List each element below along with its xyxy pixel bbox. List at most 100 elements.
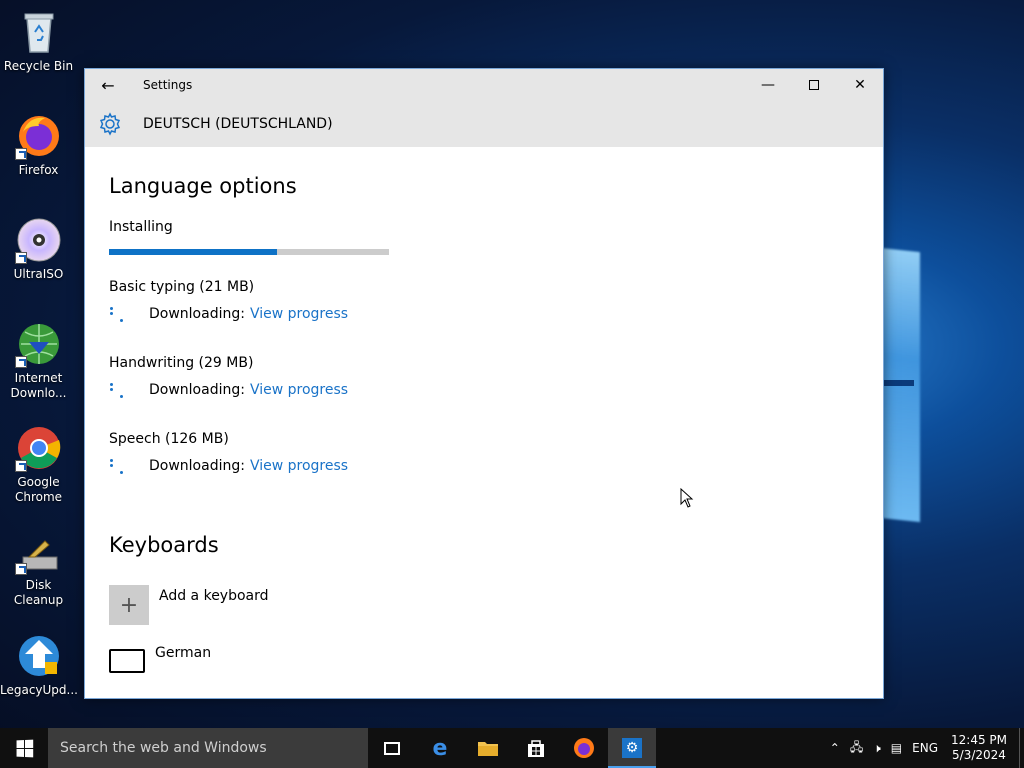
download-status: Downloading: (149, 306, 245, 322)
shortcut-arrow-icon (14, 356, 27, 368)
page-title: DEUTSCH (DEUTSCHLAND) (143, 116, 333, 132)
taskbar-store[interactable] (512, 728, 560, 768)
search-placeholder: Search the web and Windows (60, 740, 267, 756)
shortcut-arrow-icon (14, 252, 27, 264)
language-options-heading: Language options (109, 174, 297, 198)
disc-icon (14, 216, 63, 264)
network-icon: 🖧 (849, 739, 864, 754)
feature-name: Basic typing (21 MB) (109, 279, 255, 295)
keyboards-heading: Keyboards (109, 533, 219, 557)
view-progress-link[interactable]: View progress (250, 382, 348, 398)
title-bar[interactable]: ← Settings — ✕ (85, 69, 883, 101)
add-keyboard-label: Add a keyboard (159, 588, 269, 604)
volume-muted-icon: 🕨 (873, 740, 881, 755)
show-desktop-button[interactable] (1019, 728, 1024, 768)
keyboard-name: German (155, 645, 212, 661)
start-button[interactable] (0, 728, 48, 768)
taskbar-settings[interactable]: ⚙ (608, 728, 656, 768)
clock-time: 12:45 PM (951, 733, 1007, 747)
taskbar: Search the web and Windows e ⚙ ⌃ 🖧 🕨 ▤ E… (0, 728, 1024, 768)
feature-basic-typing: Basic typing (21 MB) Downloading: View p… (109, 279, 859, 323)
feature-name: Handwriting (29 MB) (109, 355, 254, 371)
network-button[interactable]: 🖧 (845, 738, 868, 759)
feature-speech: Speech (126 MB) Downloading: View progre… (109, 431, 859, 475)
gear-icon (85, 112, 135, 136)
close-icon: ✕ (854, 77, 866, 93)
desktop-icon-firefox[interactable]: Firefox (0, 112, 77, 178)
taskbar-edge[interactable]: e (416, 728, 464, 768)
view-progress-link[interactable]: View progress (250, 458, 348, 474)
window-title: Settings (143, 78, 193, 92)
recycle-bin-icon (15, 8, 63, 56)
task-view-icon (384, 741, 400, 755)
shortcut-arrow-icon (14, 148, 27, 160)
edge-icon: e (432, 735, 448, 761)
clock[interactable]: 12:45 PM 5/3/2024 (943, 733, 1019, 763)
tray-overflow-button[interactable]: ⌃ (825, 741, 845, 755)
page-header: DEUTSCH (DEUTSCHLAND) (85, 101, 883, 147)
desktop-icon-label: Recycle Bin (3, 59, 74, 73)
download-status: Downloading: (149, 458, 245, 474)
plus-icon: + (109, 585, 149, 625)
input-language-indicator[interactable]: ENG (907, 741, 943, 755)
install-progress-bar (109, 249, 389, 255)
taskbar-file-explorer[interactable] (464, 728, 512, 768)
notification-icon: ▤ (890, 741, 903, 755)
volume-button[interactable]: 🕨 (868, 741, 886, 756)
settings-content: Language options Installing Basic typing… (85, 174, 883, 673)
firefox-icon (14, 112, 63, 160)
feature-name: Speech (126 MB) (109, 431, 229, 447)
desktop-icon-label: Google Chrome (14, 475, 63, 504)
keyboard-item-german[interactable]: German (109, 645, 859, 673)
chrome-icon (14, 424, 63, 472)
desktop-icon-google-chrome[interactable]: Google Chrome (0, 424, 77, 505)
disk-cleanup-icon (14, 535, 63, 575)
shortcut-arrow-icon (14, 563, 27, 575)
install-progress-fill (109, 249, 277, 255)
minimize-button[interactable]: — (745, 69, 791, 101)
action-center-button[interactable]: ▤ (886, 741, 907, 755)
download-status: Downloading: (149, 382, 245, 398)
maximize-button[interactable] (791, 69, 837, 101)
settings-window: ← Settings — ✕ DEUTSCH (DEUTSCHLAND) Lan… (84, 68, 884, 699)
desktop-icon-legacy-update[interactable]: LegacyUpd... (0, 632, 78, 698)
desktop-icon-label: Internet Downlo... (10, 371, 67, 400)
chevron-up-icon: ⌃ (829, 741, 840, 755)
close-button[interactable]: ✕ (837, 69, 883, 101)
firefox-icon (574, 738, 594, 758)
legacy-update-icon (15, 632, 63, 680)
spinner-icon (109, 381, 149, 399)
taskbar-search-box[interactable]: Search the web and Windows (48, 728, 368, 768)
taskbar-firefox[interactable] (560, 728, 608, 768)
desktop-icon-internet-download-manager[interactable]: Internet Downlo... (0, 320, 77, 401)
clock-date: 5/3/2024 (952, 748, 1006, 762)
spinner-icon (109, 305, 149, 323)
desktop-icon-label: UltraISO (13, 267, 64, 281)
task-view-button[interactable] (368, 728, 416, 768)
desktop-icon-label: LegacyUpd... (0, 683, 78, 697)
folder-icon (478, 742, 498, 756)
spinner-icon (109, 457, 149, 475)
desktop-icon-recycle-bin[interactable]: Recycle Bin (0, 8, 77, 74)
desktop-icon-label: Firefox (18, 163, 59, 177)
view-progress-link[interactable]: View progress (250, 306, 348, 322)
wallpaper-divider (884, 380, 914, 386)
desktop-icon-ultraiso[interactable]: UltraISO (0, 216, 77, 282)
gear-icon: ⚙ (622, 738, 642, 758)
shortcut-arrow-icon (14, 460, 27, 472)
minimize-icon: — (761, 77, 775, 93)
mouse-cursor-icon (680, 488, 694, 508)
add-keyboard-button[interactable]: + Add a keyboard (109, 585, 859, 625)
back-button[interactable]: ← (85, 69, 131, 101)
windows-logo-icon (16, 739, 33, 757)
desktop-icon-label: Disk Cleanup (13, 578, 64, 607)
keyboard-icon (109, 649, 145, 673)
globe-download-icon (14, 320, 63, 368)
maximize-icon (809, 80, 819, 90)
desktop-icon-disk-cleanup[interactable]: Disk Cleanup (0, 535, 77, 608)
arrow-left-icon: ← (101, 75, 115, 95)
install-status: Installing (109, 219, 173, 235)
system-tray: ⌃ 🖧 🕨 ▤ ENG 12:45 PM 5/3/2024 (825, 728, 1024, 768)
feature-handwriting: Handwriting (29 MB) Downloading: View pr… (109, 355, 859, 399)
store-bag-icon (528, 740, 544, 757)
